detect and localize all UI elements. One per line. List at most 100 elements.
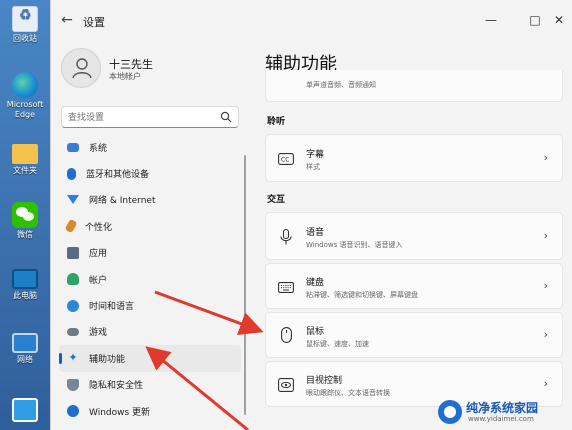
search-box[interactable] bbox=[61, 106, 239, 128]
bluetooth-icon bbox=[67, 167, 76, 180]
sidebar-scrollbar[interactable] bbox=[244, 155, 246, 415]
search-icon[interactable] bbox=[220, 111, 232, 123]
update-icon bbox=[67, 405, 79, 418]
wifi-icon bbox=[67, 195, 79, 205]
network-icon bbox=[12, 333, 38, 353]
card-subtitle: 鼠标键、速度、加速 bbox=[306, 340, 369, 348]
desktop-icon-label: Microsoft Edge bbox=[6, 100, 44, 119]
sidebar-item-label: 帐户 bbox=[89, 275, 108, 286]
chevron-right-icon: › bbox=[543, 377, 548, 390]
settings-window: ← 设置 — □ ✕ 十三先生 本地帐户 系统 蓝牙和其他设备 网 bbox=[50, 0, 572, 430]
section-label-interaction: 交互 bbox=[267, 195, 286, 205]
card-title: 字幕 bbox=[306, 150, 325, 160]
sidebar-item-label: 游戏 bbox=[89, 328, 108, 339]
sidebar-item-label: 辅助功能 bbox=[89, 354, 126, 365]
accessibility-icon: ✦ bbox=[68, 351, 78, 365]
window-title: 设置 bbox=[83, 16, 105, 29]
gamepad-icon bbox=[67, 327, 79, 336]
search-input[interactable] bbox=[68, 110, 216, 126]
card-title: 目视控制 bbox=[306, 376, 343, 386]
mouse-icon bbox=[278, 327, 294, 343]
minimize-button[interactable]: — bbox=[479, 8, 503, 32]
speech-card[interactable]: 语音 Windows 语音识别、语音键入 › bbox=[265, 212, 563, 260]
sidebar-item-bluetooth[interactable]: 蓝牙和其他设备 bbox=[59, 160, 241, 186]
profile-name: 十三先生 bbox=[109, 58, 153, 71]
desktop-icon-label: 微信 bbox=[17, 230, 33, 239]
captions-icon: CC bbox=[278, 151, 294, 167]
desktop-icon-network[interactable]: 网络 bbox=[2, 330, 48, 365]
watermark-url: www.yidaimei.com bbox=[468, 415, 534, 423]
computer-icon bbox=[12, 269, 38, 289]
sidebar-item-label: 时间和语言 bbox=[89, 302, 135, 313]
sidebar-item-label: Windows 更新 bbox=[89, 407, 151, 418]
sidebar-item-label: 应用 bbox=[89, 249, 108, 260]
audio-card-partial[interactable]: 单声道音频、音频通知 bbox=[265, 70, 563, 102]
chevron-right-icon: › bbox=[543, 229, 548, 242]
keyboard-icon bbox=[278, 279, 294, 295]
desktop-icon-control-panel[interactable] bbox=[2, 398, 48, 424]
sidebar-item-system[interactable]: 系统 bbox=[59, 134, 241, 160]
sidebar-item-label: 蓝牙和其他设备 bbox=[86, 170, 150, 181]
maximize-button[interactable]: □ bbox=[523, 8, 547, 32]
back-arrow-icon[interactable]: ← bbox=[59, 12, 75, 28]
sidebar-item-accessibility[interactable]: ✦ 辅助功能 bbox=[59, 345, 241, 372]
sidebar-item-privacy[interactable]: 隐私和安全性 bbox=[59, 372, 241, 398]
chevron-right-icon: › bbox=[543, 328, 548, 341]
profile-account-type: 本地帐户 bbox=[109, 72, 141, 81]
user-icon bbox=[72, 58, 92, 79]
shield-icon bbox=[67, 378, 79, 391]
keyboard-card[interactable]: 键盘 粘滞键、筛选键和切换键、屏幕键盘 › bbox=[265, 263, 563, 309]
title-bar: ← 设置 — □ ✕ bbox=[51, 0, 572, 40]
chevron-right-icon: › bbox=[543, 279, 548, 292]
desktop-icon-edge[interactable]: Microsoft Edge bbox=[2, 72, 48, 120]
apps-icon bbox=[67, 246, 79, 259]
sidebar-item-label: 系统 bbox=[89, 143, 108, 154]
wechat-icon bbox=[12, 202, 38, 228]
sidebar-item-gaming[interactable]: 游戏 bbox=[59, 319, 241, 345]
card-title: 语音 bbox=[306, 228, 325, 238]
globe-clock-icon bbox=[67, 299, 79, 312]
watermark-logo-icon bbox=[438, 400, 462, 424]
eye-control-icon bbox=[278, 377, 294, 393]
sidebar-item-windows-update[interactable]: Windows 更新 bbox=[59, 398, 241, 424]
folder-icon bbox=[12, 144, 38, 164]
desktop-strip: ♻ 回收站 Microsoft Edge 文件夹 微信 此电脑 网络 bbox=[0, 0, 50, 430]
control-panel-icon bbox=[12, 398, 38, 422]
captions-card[interactable]: CC 字幕 样式 › bbox=[265, 134, 563, 182]
desktop-icon-wechat[interactable]: 微信 bbox=[2, 202, 48, 240]
account-icon bbox=[67, 273, 79, 286]
svg-text:CC: CC bbox=[281, 157, 289, 164]
brush-icon bbox=[64, 219, 78, 234]
mouse-card[interactable]: 鼠标 鼠标键、速度、加速 › bbox=[265, 312, 563, 358]
microphone-icon bbox=[278, 229, 294, 245]
desktop-icon-computer[interactable]: 此电脑 bbox=[2, 266, 48, 301]
watermark: 纯净系统家园 www.yidaimei.com bbox=[438, 398, 566, 426]
sidebar-item-network[interactable]: 网络 & Internet bbox=[59, 187, 241, 213]
avatar[interactable] bbox=[61, 48, 101, 88]
desktop-icon-label: 文件夹 bbox=[13, 166, 37, 175]
sidebar-item-accounts[interactable]: 帐户 bbox=[59, 266, 241, 292]
sidebar-item-time-language[interactable]: 时间和语言 bbox=[59, 292, 241, 318]
card-subtitle: 单声道音频、音频通知 bbox=[306, 81, 376, 89]
watermark-name: 纯净系统家园 bbox=[466, 401, 539, 415]
sidebar-item-personalization[interactable]: 个性化 bbox=[59, 213, 241, 239]
card-title: 键盘 bbox=[306, 278, 325, 288]
desktop-icon-label: 此电脑 bbox=[13, 291, 37, 300]
edge-icon bbox=[12, 72, 38, 98]
sidebar-item-label: 隐私和安全性 bbox=[89, 381, 144, 392]
chevron-right-icon: › bbox=[543, 151, 548, 164]
card-subtitle: 样式 bbox=[306, 163, 320, 171]
desktop-icon-label: 网络 bbox=[17, 355, 33, 364]
sidebar-nav: 系统 蓝牙和其他设备 网络 & Internet 个性化 应用 帐户 时间和语言 bbox=[59, 134, 241, 424]
sidebar-item-label: 网络 & Internet bbox=[89, 196, 156, 207]
card-subtitle: 粘滞键、筛选键和切换键、屏幕键盘 bbox=[306, 291, 418, 299]
desktop-icon-folder[interactable]: 文件夹 bbox=[2, 140, 48, 176]
card-subtitle: Windows 语音识别、语音键入 bbox=[306, 241, 403, 249]
recycle-bin-icon: ♻ bbox=[12, 6, 38, 32]
sidebar-item-label: 个性化 bbox=[85, 222, 113, 233]
card-subtitle: 眼动跟踪仪、文本语音转换 bbox=[306, 389, 390, 397]
desktop-icon-label: 回收站 bbox=[13, 34, 37, 43]
close-button[interactable]: ✕ bbox=[547, 8, 571, 32]
sidebar-item-apps[interactable]: 应用 bbox=[59, 240, 241, 266]
desktop-icon-recycle-bin[interactable]: ♻ 回收站 bbox=[2, 6, 48, 44]
